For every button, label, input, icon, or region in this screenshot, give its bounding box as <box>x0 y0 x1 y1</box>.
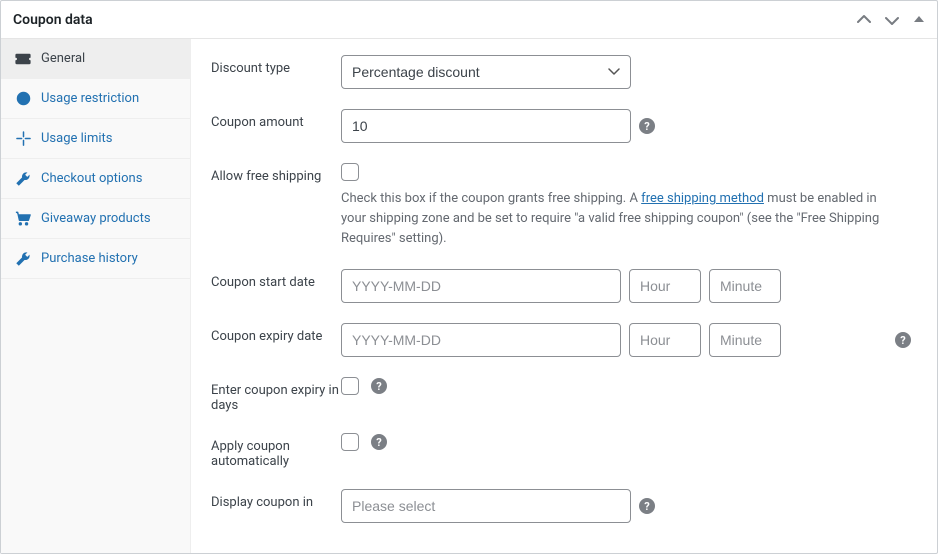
coupon-data-panel: Coupon data General Usage restriction <box>0 0 938 554</box>
field-apply-auto: Apply coupon automatically ? <box>191 423 937 479</box>
tab-usage-restriction[interactable]: Usage restriction <box>1 79 190 119</box>
display-in-select[interactable] <box>341 489 631 523</box>
help-icon[interactable]: ? <box>895 332 911 348</box>
discount-type-select[interactable]: Percentage discount <box>341 55 631 89</box>
free-shipping-link[interactable]: free shipping method <box>641 191 764 206</box>
wrench-icon <box>15 171 31 186</box>
expiry-date-input[interactable] <box>341 323 621 357</box>
field-coupon-amount: Coupon amount ? <box>191 99 937 153</box>
tab-label: Checkout options <box>41 171 142 186</box>
label-display-in: Display coupon in <box>211 489 341 510</box>
ticket-icon <box>15 53 31 65</box>
field-display-in: Display coupon in ? <box>191 479 937 533</box>
wrench-icon <box>15 251 31 266</box>
label-expiry-days: Enter coupon expiry in days <box>211 377 341 413</box>
label-discount-type: Discount type <box>211 55 341 76</box>
free-shipping-checkbox[interactable] <box>341 163 359 181</box>
help-icon[interactable]: ? <box>639 498 655 514</box>
start-hour-input[interactable] <box>629 269 701 303</box>
field-start-date: Coupon start date <box>191 259 937 313</box>
tab-label: Usage limits <box>41 131 112 146</box>
panel-controls <box>857 13 925 27</box>
expiry-hour-input[interactable] <box>629 323 701 357</box>
panel-title: Coupon data <box>13 12 93 28</box>
collapse-toggle-icon[interactable] <box>913 13 925 27</box>
cart-icon <box>15 211 31 226</box>
apply-auto-checkbox[interactable] <box>341 433 359 451</box>
tab-label: Giveaway products <box>41 211 151 226</box>
field-expiry-days: Enter coupon expiry in days ? <box>191 367 937 423</box>
start-date-input[interactable] <box>341 269 621 303</box>
tab-label: Usage restriction <box>41 91 139 106</box>
block-icon <box>15 91 31 106</box>
tab-checkout-options[interactable]: Checkout options <box>1 159 190 199</box>
tabs-sidebar: General Usage restriction Usage limits C… <box>1 39 191 553</box>
tab-usage-limits[interactable]: Usage limits <box>1 119 190 159</box>
start-minute-input[interactable] <box>709 269 781 303</box>
tab-purchase-history[interactable]: Purchase history <box>1 239 190 279</box>
expiry-minute-input[interactable] <box>709 323 781 357</box>
field-expiry-date: Coupon expiry date ? <box>191 313 937 367</box>
label-free-shipping: Allow free shipping <box>211 163 341 184</box>
tab-giveaway-products[interactable]: Giveaway products <box>1 199 190 239</box>
label-coupon-amount: Coupon amount <box>211 109 341 130</box>
label-apply-auto: Apply coupon automatically <box>211 433 341 469</box>
help-icon[interactable]: ? <box>639 118 655 134</box>
field-free-shipping: Allow free shipping Check this box if th… <box>191 153 937 259</box>
coupon-amount-input[interactable] <box>341 109 631 143</box>
move-up-icon[interactable] <box>857 13 871 27</box>
help-icon[interactable]: ? <box>371 378 387 394</box>
free-shipping-help: Check this box if the coupon grants free… <box>341 189 901 249</box>
panel-header: Coupon data <box>1 1 937 39</box>
panel-body: General Usage restriction Usage limits C… <box>1 39 937 553</box>
expiry-days-checkbox[interactable] <box>341 377 359 395</box>
tab-content-general: Discount type Percentage discount Coupon… <box>191 39 937 553</box>
tab-label: General <box>41 51 85 66</box>
move-down-icon[interactable] <box>885 13 899 27</box>
label-expiry-date: Coupon expiry date <box>211 323 341 344</box>
tab-label: Purchase history <box>41 251 138 266</box>
limits-icon <box>15 131 31 146</box>
field-discount-type: Discount type Percentage discount <box>191 45 937 99</box>
help-icon[interactable]: ? <box>371 434 387 450</box>
tab-general[interactable]: General <box>1 39 190 79</box>
label-start-date: Coupon start date <box>211 269 341 290</box>
